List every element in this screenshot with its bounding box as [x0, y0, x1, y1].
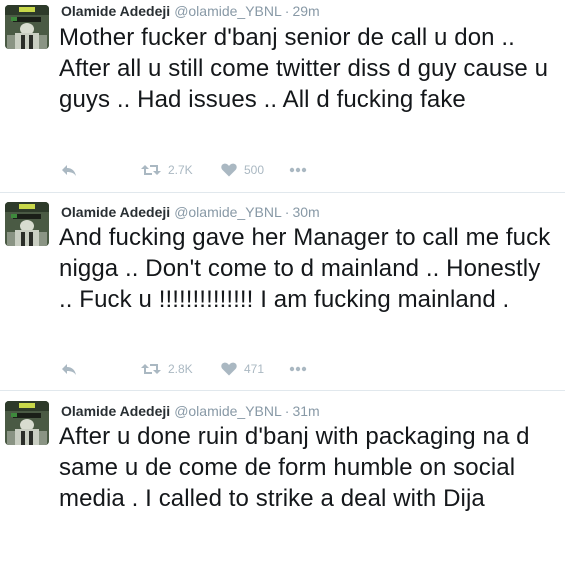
reply-icon: [61, 362, 77, 376]
fullname[interactable]: Olamide Adedeji: [61, 3, 170, 19]
heart-icon: [221, 163, 237, 177]
avatar[interactable]: [5, 202, 49, 246]
separator: ·: [284, 204, 290, 220]
more-button[interactable]: [289, 366, 307, 372]
reply-button[interactable]: [61, 163, 141, 177]
tweet-actions: 2.8K 471: [61, 359, 307, 379]
heart-icon: [221, 362, 237, 376]
like-button[interactable]: 471: [221, 362, 289, 376]
tweet[interactable]: Olamide Adedeji @olamide_YBNL · 29m Mother …: [0, 0, 565, 193]
tweet-text: And fucking gave her Manager to call me …: [59, 224, 551, 313]
tweet-header: Olamide Adedeji @olamide_YBNL · 31m: [61, 401, 320, 421]
fullname[interactable]: Olamide Adedeji: [61, 403, 170, 419]
separator: ·: [284, 3, 290, 19]
tweet-actions: 2.7K 500: [61, 160, 307, 180]
more-button[interactable]: [289, 167, 307, 173]
like-count: 500: [244, 163, 265, 177]
reply-button[interactable]: [61, 362, 141, 376]
retweet-icon: [141, 362, 161, 376]
tweet-header: Olamide Adedeji @olamide_YBNL · 29m: [61, 1, 320, 21]
tweet[interactable]: Olamide Adedeji @olamide_YBNL · 31m After u…: [0, 391, 565, 561]
tweet[interactable]: Olamide Adedeji @olamide_YBNL · 30m And fuc…: [0, 193, 565, 391]
tweet-header: Olamide Adedeji @olamide_YBNL · 30m: [61, 202, 320, 222]
timestamp[interactable]: 30m: [292, 204, 319, 220]
retweet-button[interactable]: 2.8K: [141, 362, 221, 376]
username[interactable]: @olamide_YBNL: [174, 3, 282, 19]
tweet-text: Mother fucker d'banj senior de call u do…: [59, 24, 549, 113]
retweet-count: 2.8K: [168, 362, 193, 376]
timestamp[interactable]: 29m: [292, 3, 319, 19]
retweet-count: 2.7K: [168, 163, 193, 177]
timestamp[interactable]: 31m: [292, 403, 319, 419]
fullname[interactable]: Olamide Adedeji: [61, 204, 170, 220]
tweet-text: After u done ruin d'banj with packaging …: [59, 423, 530, 512]
more-icon: [289, 366, 307, 372]
like-count: 471: [244, 362, 265, 376]
username[interactable]: @olamide_YBNL: [174, 204, 282, 220]
separator: ·: [284, 403, 290, 419]
retweet-button[interactable]: 2.7K: [141, 163, 221, 177]
username[interactable]: @olamide_YBNL: [174, 403, 282, 419]
avatar[interactable]: [5, 5, 49, 49]
like-button[interactable]: 500: [221, 163, 289, 177]
reply-icon: [61, 163, 77, 177]
avatar[interactable]: [5, 401, 49, 445]
more-icon: [289, 167, 307, 173]
retweet-icon: [141, 163, 161, 177]
